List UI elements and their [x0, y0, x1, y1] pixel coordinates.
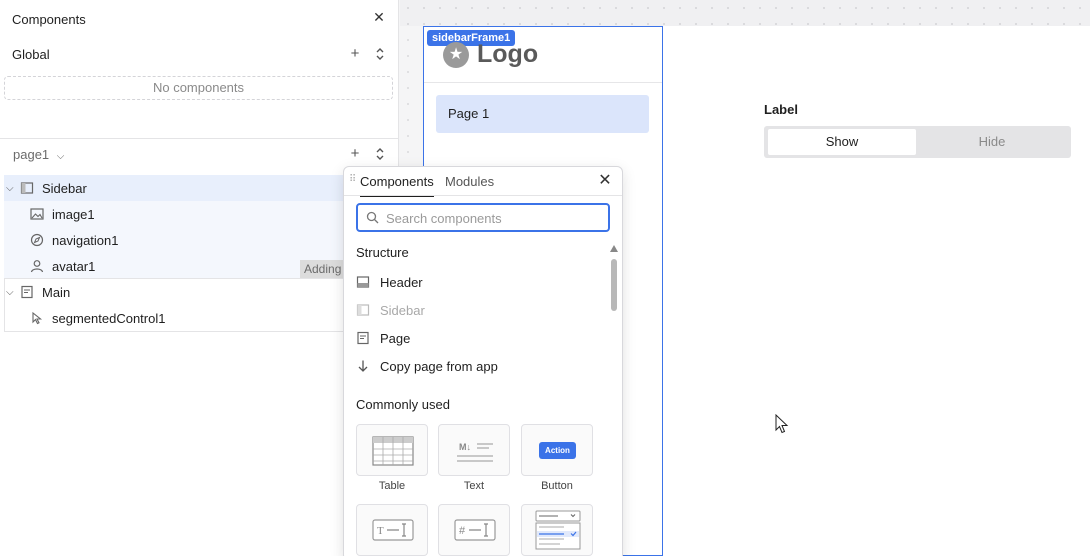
structure-item-label: Page — [380, 330, 411, 346]
close-icon[interactable]: ✕ — [598, 173, 612, 189]
select-icon — [535, 510, 581, 550]
sidebar-icon — [20, 182, 34, 194]
tree-item-label: avatar1 — [52, 258, 96, 274]
text-input-icon: T — [372, 519, 414, 541]
number-input-icon: # — [454, 519, 496, 541]
tab-modules[interactable]: Modules — [445, 174, 494, 189]
tree-item-label: Sidebar — [42, 180, 87, 196]
svg-text:M↓: M↓ — [459, 442, 471, 452]
add-global-button[interactable]: + — [348, 46, 362, 61]
tile-button[interactable]: Action — [521, 424, 593, 476]
add-component-button[interactable]: + — [348, 146, 362, 161]
star-icon: ★ — [443, 41, 469, 68]
structure-item-header[interactable]: Header — [356, 270, 606, 294]
segment-hide[interactable]: Hide — [917, 129, 1067, 155]
page-icon — [357, 331, 369, 345]
structure-section-title: Structure — [356, 245, 409, 260]
user-icon — [30, 260, 44, 273]
mouse-cursor-icon — [775, 414, 789, 434]
add-component-popover: ⠿ Components Modules ✕ Structure Header … — [343, 166, 623, 556]
structure-item-sidebar: Sidebar — [356, 298, 606, 322]
nav-item-page-1[interactable]: Page 1 — [436, 95, 649, 133]
search-box — [356, 203, 610, 232]
button-icon: Action — [539, 442, 576, 459]
page-select-value: page1 — [13, 147, 50, 162]
close-icon[interactable]: ✕ — [372, 10, 386, 24]
adding-badge: Adding — [300, 260, 344, 278]
structure-item-label: Sidebar — [380, 302, 425, 318]
tree-item-label: segmentedControl1 — [52, 310, 166, 326]
main-frame[interactable] — [662, 26, 1090, 556]
tree-item-sidebar[interactable]: ⌵ Sidebar — [4, 175, 344, 201]
tile-table[interactable] — [356, 424, 428, 476]
global-section-title: Global — [12, 47, 50, 62]
pointer-icon — [32, 311, 43, 325]
canvas-top-strip — [400, 0, 1090, 26]
structure-item-label: Header — [380, 274, 423, 290]
chevron-down-icon[interactable]: ⌵ — [6, 287, 18, 298]
table-icon — [372, 436, 414, 466]
tree-item-label: Main — [42, 284, 71, 300]
scroll-thumb[interactable] — [611, 259, 617, 311]
tree-item-label: navigation1 — [52, 232, 119, 248]
sidebar-icon — [356, 304, 370, 316]
tile-text-input[interactable]: T — [356, 504, 428, 556]
svg-text:#: # — [459, 525, 466, 537]
panel-title: Components — [12, 12, 86, 27]
arrow-down-icon — [358, 360, 368, 372]
drag-handle-icon[interactable]: ⠿ — [349, 175, 356, 189]
header-icon — [356, 276, 370, 288]
structure-item-label: Copy page from app — [380, 358, 498, 374]
compass-icon — [30, 233, 44, 247]
logo: ★ Logo — [443, 40, 538, 69]
common-section-title: Commonly used — [356, 397, 450, 412]
image-icon — [30, 208, 44, 220]
structure-item-page[interactable]: Page — [356, 326, 606, 350]
scrollbar[interactable] — [610, 245, 618, 556]
tile-number-input[interactable]: # — [438, 504, 510, 556]
page-select[interactable]: page1 ⌵ — [13, 147, 64, 162]
tree-item-main[interactable]: ⌵ Main — [4, 279, 344, 305]
tile-label: Button — [541, 480, 573, 492]
tree-item-avatar1[interactable]: avatar1 — [4, 253, 344, 279]
search-input[interactable] — [386, 208, 604, 228]
scroll-up-arrow-icon[interactable] — [610, 245, 618, 252]
markdown-text-icon: M↓ — [457, 442, 493, 462]
expand-collapse-icon[interactable] — [373, 147, 387, 161]
chevron-down-icon[interactable]: ⌵ — [6, 183, 18, 194]
segmented-label: Label — [764, 102, 798, 117]
structure-item-copy-page[interactable]: Copy page from app — [356, 354, 606, 378]
svg-text:T: T — [377, 525, 384, 537]
tile-label: Text — [463, 480, 485, 492]
tree-item-navigation1[interactable]: navigation1 — [4, 227, 344, 253]
segment-show[interactable]: Show — [768, 129, 916, 155]
tab-components[interactable]: Components — [360, 174, 434, 197]
expand-collapse-icon[interactable] — [373, 47, 387, 61]
tree-item-label: image1 — [52, 206, 95, 222]
chevron-down-icon: ⌵ — [56, 151, 65, 162]
components-panel: Components ✕ Global + No components page… — [0, 0, 399, 556]
search-icon — [366, 211, 379, 224]
tree-item-segmentedcontrol1[interactable]: segmentedControl1 — [4, 305, 344, 331]
global-empty-state: No components — [4, 76, 393, 100]
tab-divider — [344, 195, 622, 196]
logo-text: Logo — [477, 40, 539, 68]
tile-select[interactable] — [521, 504, 593, 556]
page-icon — [21, 285, 33, 299]
segmented-control[interactable]: Show Hide — [764, 126, 1071, 158]
panel-divider — [0, 138, 399, 139]
tile-label: Table — [378, 480, 406, 492]
tree-item-image1[interactable]: image1 — [4, 201, 344, 227]
sidebar-divider — [424, 82, 662, 83]
tile-text[interactable]: M↓ — [438, 424, 510, 476]
